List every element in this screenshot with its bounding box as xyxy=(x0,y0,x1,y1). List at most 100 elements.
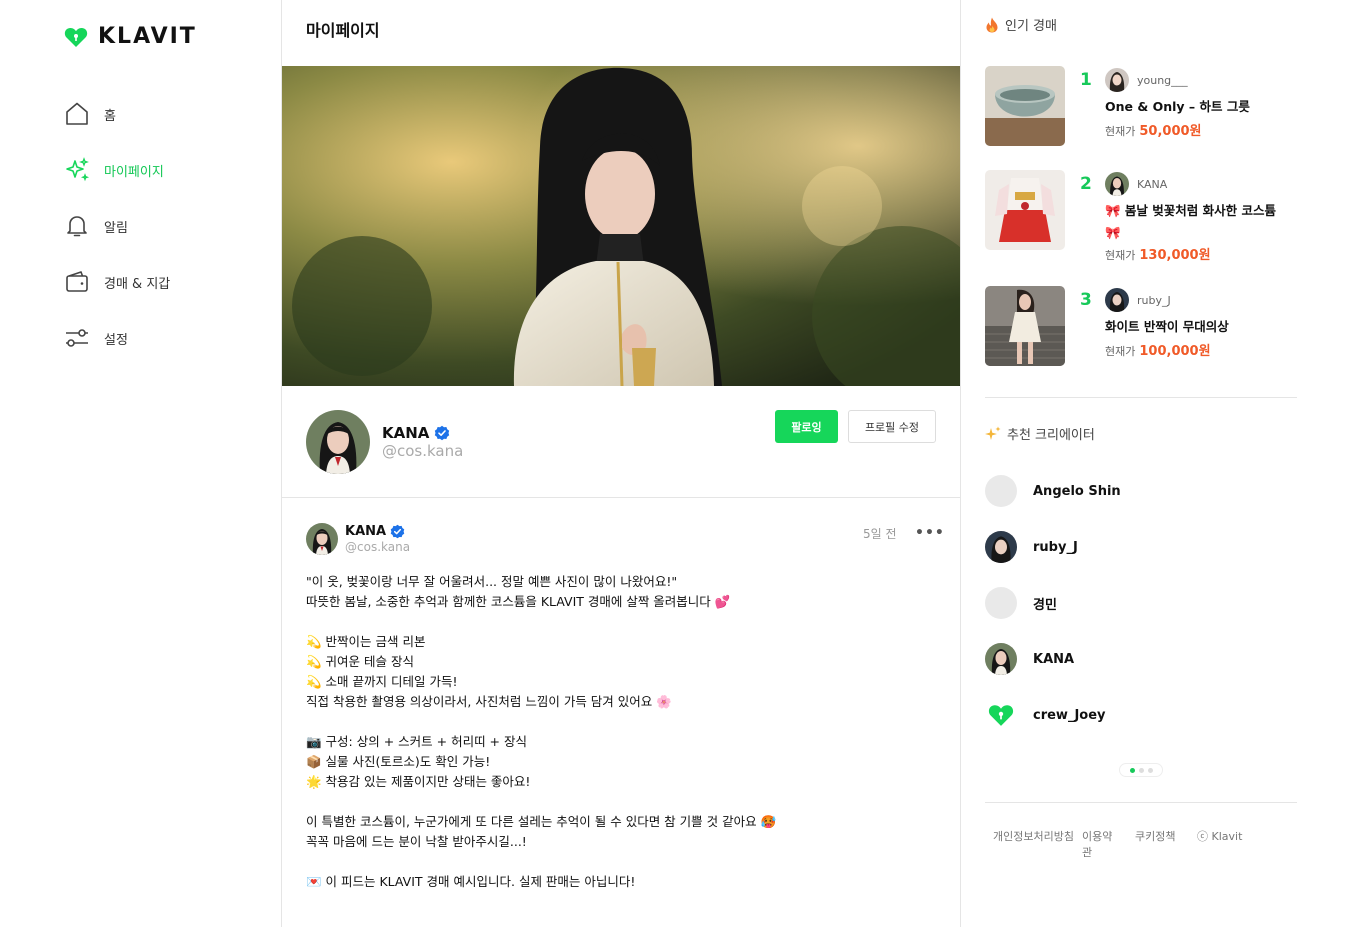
profile-header: KANA @cos.kana 팔로잉 프로필 수정 xyxy=(282,386,960,498)
post-line xyxy=(306,852,936,872)
post-line: 💫 반짝이는 금색 리본 xyxy=(306,634,426,649)
post-line: 따뜻한 봄날, 소중한 추억과 함께한 코스튬을 KLAVIT 경매에 살짝 올… xyxy=(306,594,731,609)
auction-thumbnail[interactable] xyxy=(985,66,1065,146)
nav-label-settings: 설정 xyxy=(104,332,128,348)
auction-seller[interactable]: young___ xyxy=(1105,68,1188,92)
sparkle-icon xyxy=(64,157,90,183)
auction-item[interactable]: 2 KANA 🎀 봄날 벚꽃처럼 화사한 코스튬 🎀 현재가 130,000원 xyxy=(985,170,1305,263)
creator-avatar xyxy=(985,699,1017,731)
right-sidebar: 인기 경매 1 young___ One & Only – 하트 그릇 현재가 … xyxy=(961,0,1372,927)
nav-item-mypage[interactable]: 마이페이지 xyxy=(64,142,170,198)
post-more-menu-icon[interactable]: ••• xyxy=(915,525,945,541)
auction-item[interactable]: 3 ruby_J 화이트 반짝이 무대의상 현재가 100,000원 xyxy=(985,286,1305,366)
nav-item-wallet[interactable]: 경매 & 지갑 xyxy=(64,254,170,310)
copyright-text: ⓒ Klavit xyxy=(1197,830,1243,843)
nav-label-wallet: 경매 & 지갑 xyxy=(104,276,171,292)
privacy-policy-link[interactable]: 개인정보처리방침 xyxy=(993,828,1088,860)
recommended-creators-title-text: 추천 크리에이터 xyxy=(1007,428,1095,443)
auction-title[interactable]: 화이트 반짝이 무대의상 xyxy=(1105,316,1295,338)
terms-link[interactable]: 이용약관 xyxy=(1082,828,1122,860)
nav-label-mypage: 마이페이지 xyxy=(104,164,164,180)
following-button[interactable]: 팔로잉 xyxy=(775,410,838,443)
post-author-name-text: KANA xyxy=(345,524,387,539)
profile-cover-image xyxy=(282,66,960,386)
price-amount: 50,000원 xyxy=(1139,124,1202,139)
nav-label-home: 홈 xyxy=(104,108,116,124)
nav-item-settings[interactable]: 설정 xyxy=(64,310,170,366)
post-line: 꼭꼭 마음에 드는 분이 낙찰 받아주시길...! xyxy=(306,834,527,849)
section-divider xyxy=(985,397,1297,398)
section-divider xyxy=(985,802,1297,803)
auction-seller[interactable]: KANA xyxy=(1105,172,1167,196)
post-line: 이 특별한 코스튬이, 누군가에게 또 다른 설레는 추억이 될 수 있다면 참… xyxy=(306,814,777,829)
nav-item-notifications[interactable]: 알림 xyxy=(64,198,170,254)
creator-avatar-placeholder xyxy=(985,587,1017,619)
bell-icon xyxy=(64,213,90,239)
post-line: 💌 이 피드는 KLAVIT 경매 예시입니다. 실제 판매는 아닙니다! xyxy=(306,874,636,889)
auction-rank: 2 xyxy=(1080,174,1092,194)
recommended-creators-title: 추천 크리에이터 xyxy=(985,424,1095,443)
post-line: 🌟 착용감 있는 제품이지만 상태는 좋아요! xyxy=(306,774,531,789)
creator-item[interactable]: 경민 xyxy=(985,587,1057,619)
post-author-avatar[interactable] xyxy=(306,523,338,555)
creator-item[interactable]: KANA xyxy=(985,643,1074,675)
pagination-dot[interactable] xyxy=(1138,767,1144,773)
app-root: KLAVIT 홈 마이페이지 알림 경매 & 지갑 설정 마이페이지 KANA … xyxy=(0,0,1372,927)
edit-profile-button[interactable]: 프로필 수정 xyxy=(848,410,936,443)
main-nav: 홈 마이페이지 알림 경매 & 지갑 설정 xyxy=(64,86,170,366)
post-line: 직접 착용한 촬영용 의상이라서, 사진처럼 느낌이 가득 담겨 있어요 🌸 xyxy=(306,694,672,709)
heart-logo-icon xyxy=(988,705,1014,726)
creator-name: ruby_J xyxy=(1033,539,1078,555)
seller-avatar xyxy=(1105,288,1129,312)
price-amount: 130,000원 xyxy=(1139,248,1211,263)
creator-name: crew_Joey xyxy=(1033,707,1106,723)
heart-logo-icon xyxy=(64,27,88,47)
pagination-dot-active[interactable] xyxy=(1129,767,1135,773)
home-icon xyxy=(64,101,90,127)
footer-links: 개인정보처리방침 이용약관 쿠키정책 ⓒ Klavit xyxy=(993,828,1242,860)
profile-name-text: KANA xyxy=(382,424,430,442)
post-body: "이 옷, 벚꽃이랑 너무 잘 어울려서... 정말 예쁜 사진이 많이 나왔어… xyxy=(306,572,936,892)
post-author-handle: @cos.kana xyxy=(345,540,411,554)
nav-item-home[interactable]: 홈 xyxy=(64,86,170,142)
left-sidebar: KLAVIT 홈 마이페이지 알림 경매 & 지갑 설정 xyxy=(0,0,282,927)
auction-title[interactable]: 🎀 봄날 벚꽃처럼 화사한 코스튬 🎀 xyxy=(1105,200,1295,244)
auction-item[interactable]: 1 young___ One & Only – 하트 그릇 현재가 50,000원 xyxy=(985,66,1305,146)
creator-item[interactable]: crew_Joey xyxy=(985,699,1106,731)
seller-name: ruby_J xyxy=(1137,293,1171,307)
auction-seller[interactable]: ruby_J xyxy=(1105,288,1171,312)
price-prefix: 현재가 xyxy=(1105,345,1136,358)
creator-item[interactable]: ruby_J xyxy=(985,531,1078,563)
profile-name: KANA xyxy=(382,424,450,442)
post-line xyxy=(306,792,936,812)
popular-auctions-title-text: 인기 경매 xyxy=(1005,19,1057,34)
pagination-dot[interactable] xyxy=(1147,767,1153,773)
auction-rank: 3 xyxy=(1080,290,1092,310)
post-line: 📷 구성: 상의 + 스커트 + 허리띠 + 장식 xyxy=(306,734,527,749)
auction-thumbnail[interactable] xyxy=(985,286,1065,366)
seller-name: young___ xyxy=(1137,73,1188,87)
post-author-name[interactable]: KANA xyxy=(345,524,405,539)
price-amount: 100,000원 xyxy=(1139,344,1211,359)
auction-title[interactable]: One & Only – 하트 그릇 xyxy=(1105,96,1295,118)
seller-avatar xyxy=(1105,172,1129,196)
carousel-pagination xyxy=(1119,763,1163,777)
creator-avatar xyxy=(985,531,1017,563)
post-line: 💫 소매 끝까지 디테일 가득! xyxy=(306,674,458,689)
seller-avatar xyxy=(1105,68,1129,92)
cookie-policy-link[interactable]: 쿠키정책 xyxy=(1135,828,1193,860)
post-line xyxy=(306,612,936,632)
creator-item[interactable]: Angelo Shin xyxy=(985,475,1121,507)
creator-avatar-placeholder xyxy=(985,475,1017,507)
page-title: 마이페이지 xyxy=(306,21,380,40)
profile-avatar[interactable] xyxy=(306,410,370,474)
brand-logo[interactable]: KLAVIT xyxy=(64,24,197,49)
wallet-icon xyxy=(64,269,90,295)
profile-handle: @cos.kana xyxy=(382,442,464,460)
sparkles-icon xyxy=(985,426,1001,440)
main-column: 마이페이지 KANA @cos.kana 팔로잉 프로필 수정 KANA @co… xyxy=(282,0,961,927)
auction-thumbnail[interactable] xyxy=(985,170,1065,250)
auction-price: 현재가 100,000원 xyxy=(1105,340,1211,359)
post-line: 💫 귀여운 테슬 장식 xyxy=(306,654,414,669)
price-prefix: 현재가 xyxy=(1105,249,1136,262)
